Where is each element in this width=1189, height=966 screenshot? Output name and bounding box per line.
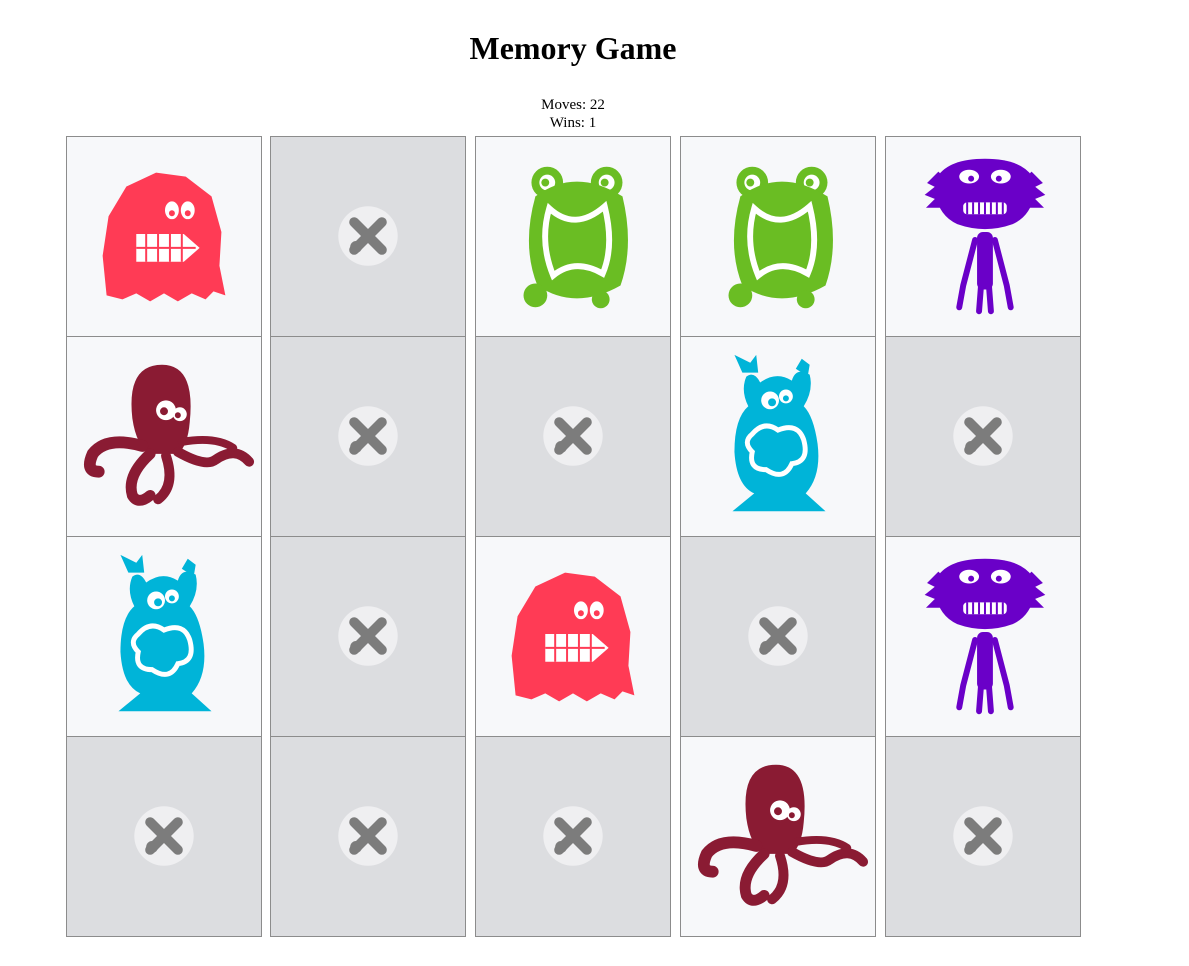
- card-face-down[interactable]: [885, 736, 1081, 937]
- card-back-icon: [953, 806, 1013, 866]
- card-face-up[interactable]: [680, 736, 876, 937]
- card-back-icon: [134, 806, 194, 866]
- card-face-down[interactable]: [680, 536, 876, 737]
- card-face-up[interactable]: [475, 136, 671, 337]
- card-back-icon: [953, 406, 1013, 466]
- maroon-octopus-monster-icon: [697, 764, 869, 906]
- card-face-up[interactable]: [66, 536, 262, 737]
- card-back-icon: [748, 606, 808, 666]
- card-face-down[interactable]: [475, 736, 671, 937]
- card-face-down[interactable]: [270, 336, 466, 537]
- card-back-icon: [543, 406, 603, 466]
- purple-alien-monster-icon: [924, 558, 1046, 715]
- card-face-down[interactable]: [475, 336, 671, 537]
- card-face-down[interactable]: [885, 336, 1081, 537]
- card-back-icon: [338, 206, 398, 266]
- card-face-up[interactable]: [66, 336, 262, 537]
- purple-alien-monster-icon: [924, 158, 1046, 315]
- blue-horned-monster-icon: [118, 554, 212, 712]
- card-face-down[interactable]: [270, 736, 466, 937]
- card-face-up[interactable]: [66, 136, 262, 337]
- green-frog-monster-icon: [523, 166, 628, 309]
- card-face-up[interactable]: [475, 536, 671, 737]
- card-back-icon: [338, 406, 398, 466]
- card-face-up[interactable]: [885, 136, 1081, 337]
- card-back-icon: [338, 606, 398, 666]
- card-face-down[interactable]: [66, 736, 262, 937]
- card-face-up[interactable]: [680, 136, 876, 337]
- card-face-up[interactable]: [680, 336, 876, 537]
- red-furry-monster-icon: [102, 172, 226, 302]
- green-frog-monster-icon: [728, 166, 833, 309]
- card-grid: [0, 0, 1189, 966]
- red-furry-monster-icon: [511, 572, 635, 702]
- card-back-icon: [543, 806, 603, 866]
- maroon-octopus-monster-icon: [83, 364, 255, 506]
- card-back-icon: [338, 806, 398, 866]
- card-face-down[interactable]: [270, 536, 466, 737]
- card-face-up[interactable]: [885, 536, 1081, 737]
- card-face-down[interactable]: [270, 136, 466, 337]
- blue-horned-monster-icon: [732, 354, 826, 512]
